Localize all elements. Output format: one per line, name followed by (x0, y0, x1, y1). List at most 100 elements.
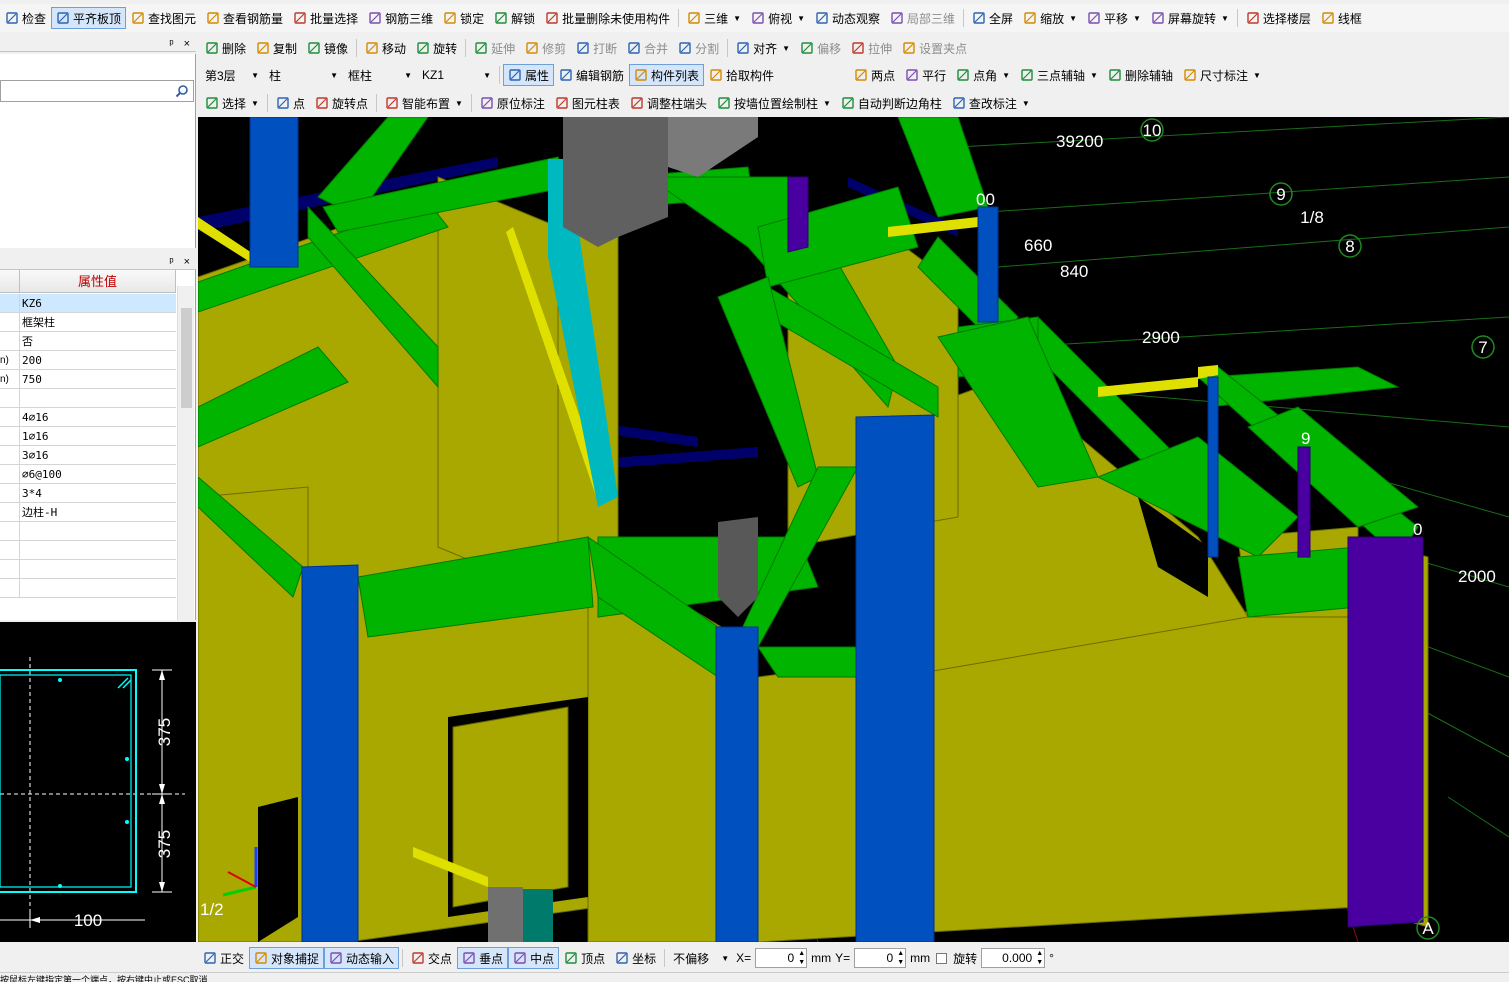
property-value[interactable]: 3⌀16 (20, 446, 176, 464)
delete-button[interactable]: 删除 (200, 37, 251, 59)
property-value[interactable]: 否 (20, 332, 176, 350)
inplace-label-button[interactable]: 原位标注 (475, 92, 550, 114)
auto-corner-button[interactable]: 自动判断边角柱 (836, 92, 947, 114)
chevron-down-icon[interactable]: ▼ (455, 99, 463, 108)
property-value[interactable]: 200 (20, 351, 176, 369)
property-value[interactable] (20, 522, 176, 540)
unlock-button[interactable]: 解锁 (489, 7, 540, 29)
property-row[interactable]: 4⌀16 (0, 408, 176, 427)
chevron-down-icon[interactable]: ▼ (797, 14, 805, 23)
point-angle-button[interactable]: 点角 ▼ (951, 64, 1015, 86)
spinner-icon[interactable]: ▲ ▼ (1036, 949, 1043, 967)
chevron-down-icon[interactable]: ▼ (1221, 14, 1229, 23)
property-row[interactable]: n) 200 (0, 351, 176, 370)
break-button[interactable]: 打断 (571, 37, 622, 59)
chevron-down-icon[interactable]: ▼ (483, 71, 491, 80)
spinner-icon[interactable]: ▲ ▼ (897, 949, 904, 967)
property-row[interactable] (0, 522, 176, 541)
vertex-button[interactable]: 顶点 (559, 947, 610, 969)
chevron-down-icon[interactable]: ▼ (1133, 14, 1141, 23)
edit-label-button[interactable]: 查改标注 ▼ (947, 92, 1035, 114)
property-value[interactable]: 框架柱 (20, 313, 176, 331)
orbit-button[interactable]: 动态观察 (810, 7, 885, 29)
align-slab-button[interactable]: 平齐板顶 (51, 7, 127, 29)
find-button[interactable]: 查找图元 (126, 7, 201, 29)
property-row[interactable]: KZ6 (0, 294, 176, 313)
midpoint-button[interactable]: 中点 (508, 947, 560, 969)
local-3d-button[interactable]: 局部三维 (885, 7, 960, 29)
y-input[interactable]: 0 ▲ ▼ (854, 948, 907, 968)
batch-select-button[interactable]: 批量选择 (288, 7, 363, 29)
three-point-axis-button[interactable]: 三点辅轴 ▼ (1015, 64, 1103, 86)
chevron-down-icon[interactable]: ▼ (1002, 71, 1010, 80)
check-button[interactable]: 检查 (0, 7, 51, 29)
intersection-button[interactable]: 交点 (406, 947, 457, 969)
zoom-button[interactable]: 缩放 ▼ (1018, 7, 1082, 29)
mirror-button[interactable]: 镜像 (302, 37, 353, 59)
chevron-down-icon[interactable]: ▼ (251, 71, 259, 80)
property-value[interactable] (20, 560, 176, 578)
point-button[interactable]: 点 (271, 92, 310, 114)
chevron-down-icon[interactable]: ▼ (1090, 71, 1098, 80)
align-button[interactable]: 对齐 ▼ (731, 37, 795, 59)
property-row[interactable] (0, 579, 176, 598)
rotate-checkbox[interactable] (936, 952, 948, 964)
property-value[interactable]: 边柱-H (20, 503, 176, 521)
rebar-3d-button[interactable]: 钢筋三维 (363, 7, 438, 29)
chevron-down-icon[interactable]: ▼ (1069, 14, 1077, 23)
perpendicular-button[interactable]: 垂点 (457, 947, 509, 969)
edit-rebar-button[interactable]: 编辑钢筋 (554, 64, 629, 86)
close-icon[interactable]: × (184, 256, 190, 268)
chevron-down-icon[interactable]: ▼ (404, 71, 412, 80)
component-list-button[interactable]: 构件列表 (629, 64, 705, 86)
wireframe-button[interactable]: 线框 (1316, 7, 1367, 29)
property-row[interactable]: 3*4 (0, 484, 176, 503)
snap-button[interactable]: 对象捕捉 (249, 947, 325, 969)
property-row[interactable]: 1⌀16 (0, 427, 176, 446)
floor-select-button[interactable]: 选择楼层 (1241, 7, 1316, 29)
property-value[interactable]: 4⌀16 (20, 408, 176, 426)
rotate-button[interactable]: 旋转 (411, 37, 462, 59)
chevron-down-icon[interactable]: ▼ (733, 14, 741, 23)
3d-viewport[interactable]: 39200 00 660 840 2900 2000 9 0 10 9 1/8 8 7 A 1/2 (198, 117, 1509, 942)
rotate-input[interactable]: 0.000 ▲ ▼ (981, 948, 1046, 968)
property-value[interactable] (20, 541, 176, 559)
parallel-axis-button[interactable]: 平行 (900, 64, 951, 86)
property-row[interactable] (0, 389, 176, 408)
property-value[interactable]: ⌀6@100 (20, 465, 176, 483)
chevron-down-icon[interactable]: ▼ (823, 99, 831, 108)
chevron-down-icon[interactable]: ▼ (782, 44, 790, 53)
dimension-button[interactable]: 尺寸标注 ▼ (1178, 64, 1266, 86)
merge-button[interactable]: 合并 (622, 37, 673, 59)
pan-button[interactable]: 平移 ▼ (1082, 7, 1146, 29)
selector-2[interactable]: 框柱 ▼ (345, 65, 415, 85)
chevron-down-icon[interactable]: ▼ (721, 954, 729, 963)
property-row[interactable]: 3⌀16 (0, 446, 176, 465)
adjust-column-end-button[interactable]: 调整柱端头 (625, 92, 712, 114)
property-row[interactable]: n) 750 (0, 370, 176, 389)
rotate-point-button[interactable]: 旋转点 (310, 92, 373, 114)
property-value[interactable]: 750 (20, 370, 176, 388)
chevron-down-icon[interactable]: ▼ (1253, 71, 1261, 80)
top-view-button[interactable]: 俯视 ▼ (746, 7, 810, 29)
pin-icon[interactable]: ᵖ (169, 256, 173, 268)
property-row[interactable] (0, 541, 176, 560)
column-table-button[interactable]: 图元柱表 (550, 92, 625, 114)
property-value[interactable]: 3*4 (20, 484, 176, 502)
batch-delete-button[interactable]: 批量删除未使用构件 (540, 7, 675, 29)
extend-button[interactable]: 延伸 (469, 37, 520, 59)
properties-button[interactable]: 属性 (503, 64, 555, 86)
two-point-axis-button[interactable]: 两点 (849, 64, 900, 86)
lock-button[interactable]: 锁定 (438, 7, 489, 29)
chevron-down-icon[interactable]: ▼ (1022, 99, 1030, 108)
property-row[interactable]: ⌀6@100 (0, 465, 176, 484)
property-value[interactable] (20, 579, 176, 597)
chevron-down-icon[interactable]: ▼ (330, 71, 338, 80)
property-row[interactable]: 框架柱 (0, 313, 176, 332)
smart-layout-button[interactable]: 智能布置 ▼ (380, 92, 468, 114)
pin-icon[interactable]: ᵖ (169, 38, 173, 50)
split-button[interactable]: 分割 (673, 37, 724, 59)
select-button[interactable]: 选择 ▼ (200, 92, 264, 114)
selector-0[interactable]: 第3层 ▼ (202, 65, 262, 85)
offset-button[interactable]: 偏移 (795, 37, 846, 59)
